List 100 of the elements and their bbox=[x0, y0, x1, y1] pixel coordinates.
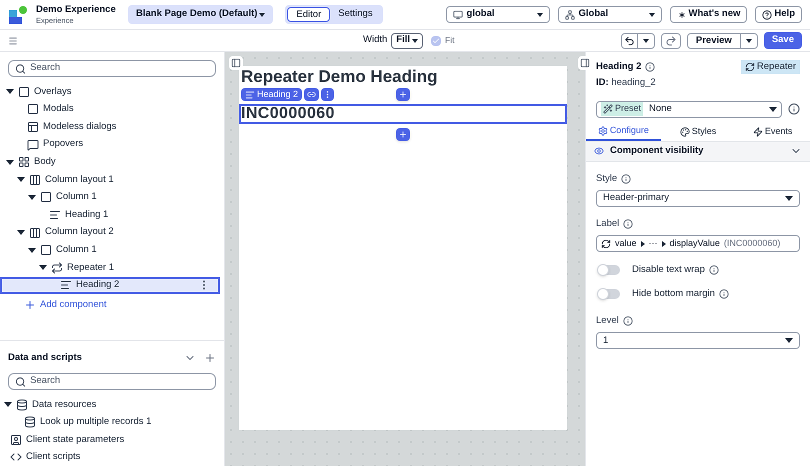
link-icon[interactable] bbox=[304, 88, 320, 102]
property-tab[interactable]: Styles bbox=[660, 124, 736, 140]
text-lines-icon bbox=[49, 208, 61, 221]
tree-label: Body bbox=[34, 155, 56, 170]
search-input[interactable]: Search bbox=[30, 61, 209, 76]
caret-down-icon[interactable] bbox=[642, 38, 649, 42]
binding-field[interactable]: value ··· displayValue (INC0000060) bbox=[596, 235, 800, 252]
tree-label: Heading 2 bbox=[76, 278, 120, 292]
tree-label: Column layout 2 bbox=[45, 225, 114, 240]
scope-select[interactable]: Global bbox=[558, 6, 662, 23]
hierarchy-icon bbox=[564, 10, 575, 20]
tree-item[interactable]: Look up multiple records 1 bbox=[0, 414, 224, 431]
caret-down-icon bbox=[785, 338, 793, 344]
info-icon[interactable] bbox=[645, 62, 656, 72]
tree-item[interactable]: Data resources bbox=[0, 396, 224, 414]
caret-down-icon bbox=[536, 12, 543, 16]
search-input[interactable]: Search bbox=[30, 374, 209, 389]
tree-item[interactable]: Modals bbox=[0, 100, 220, 118]
save-button[interactable]: Save bbox=[764, 32, 802, 49]
plus-icon[interactable] bbox=[204, 352, 216, 364]
tree-item[interactable]: Modeless dialogs bbox=[0, 118, 220, 136]
tree-item[interactable]: Heading 1 bbox=[0, 206, 220, 224]
add-component-link[interactable]: Add component bbox=[24, 298, 107, 312]
panel-toggle-icon[interactable] bbox=[578, 56, 592, 70]
preset-select[interactable]: Preset None bbox=[596, 100, 782, 118]
id-card-icon bbox=[10, 434, 22, 446]
caret-down-icon[interactable] bbox=[39, 265, 47, 270]
caret-down-icon[interactable] bbox=[28, 194, 36, 200]
grid-icon bbox=[18, 156, 30, 168]
fit-label: Fit bbox=[445, 34, 454, 47]
add-icon[interactable] bbox=[396, 88, 410, 102]
mode-tab[interactable]: Settings bbox=[330, 7, 381, 22]
field-label: Label bbox=[596, 216, 620, 231]
tree-item[interactable]: Client scripts bbox=[0, 448, 224, 466]
repeater-badge: Repeater bbox=[740, 60, 800, 74]
info-icon[interactable] bbox=[623, 218, 634, 229]
search-icon bbox=[15, 376, 26, 388]
tree-label: Heading 1 bbox=[65, 208, 108, 222]
info-icon[interactable] bbox=[788, 103, 800, 115]
field-label: Level bbox=[596, 314, 619, 328]
caret-down-icon[interactable] bbox=[17, 177, 25, 182]
tree-label: Overlays bbox=[34, 84, 72, 99]
section-header[interactable]: Component visibility bbox=[586, 142, 810, 162]
text-lines-icon bbox=[245, 90, 255, 100]
tree-item[interactable]: Overlays bbox=[0, 83, 220, 101]
select-field[interactable]: 1 bbox=[596, 332, 800, 350]
square-icon bbox=[40, 244, 52, 256]
tree-item[interactable]: Column layout 1 bbox=[0, 170, 220, 189]
caret-down-icon[interactable] bbox=[28, 248, 36, 253]
tree-item[interactable]: Body bbox=[0, 153, 220, 171]
info-icon[interactable] bbox=[621, 174, 632, 184]
property-tab[interactable]: Events bbox=[735, 124, 810, 140]
lightning-icon bbox=[752, 127, 763, 137]
caret-down-icon[interactable] bbox=[6, 160, 14, 165]
header-button[interactable]: Help bbox=[755, 6, 802, 23]
tree-label: Modeless dialogs bbox=[43, 120, 116, 134]
caret-down-icon[interactable] bbox=[746, 38, 752, 42]
mode-tab[interactable]: Editor bbox=[287, 7, 330, 22]
section-title: Data and scripts bbox=[8, 350, 82, 365]
info-icon[interactable] bbox=[622, 316, 633, 326]
menu-icon[interactable] bbox=[8, 36, 18, 46]
tree-item[interactable]: Popovers bbox=[0, 136, 220, 154]
refresh-icon bbox=[601, 238, 611, 248]
info-icon[interactable] bbox=[708, 265, 719, 275]
add-icon[interactable] bbox=[396, 128, 410, 142]
tree-item[interactable]: Heading 2 bbox=[0, 276, 220, 294]
selected-heading[interactable]: INC0000060 bbox=[239, 104, 567, 124]
gear-icon bbox=[598, 126, 608, 136]
more-icon[interactable] bbox=[321, 88, 334, 102]
toggle-switch[interactable] bbox=[598, 289, 620, 299]
component-chip[interactable]: Heading 2 bbox=[241, 88, 302, 102]
tree-item[interactable]: Column layout 2 bbox=[0, 224, 220, 242]
field-label: Style bbox=[596, 172, 618, 186]
tree-item[interactable]: Column 1 bbox=[0, 188, 220, 206]
search-field[interactable]: Search bbox=[8, 373, 216, 390]
code-icon bbox=[10, 451, 22, 464]
binding-preview: (INC0000060) bbox=[724, 236, 780, 250]
select-field[interactable]: Header-primary bbox=[596, 190, 800, 207]
tree-item[interactable]: Repeater 1 bbox=[0, 258, 220, 277]
search-field[interactable]: Search bbox=[8, 60, 216, 77]
tree-item[interactable]: Column 1 bbox=[0, 241, 220, 259]
columns-icon bbox=[29, 174, 41, 186]
eye-icon bbox=[594, 146, 604, 156]
tree-label: Repeater 1 bbox=[67, 260, 114, 275]
panel-toggle-icon[interactable] bbox=[229, 56, 243, 70]
caret-down-icon[interactable] bbox=[6, 89, 14, 94]
header-button[interactable]: What's new bbox=[670, 6, 748, 23]
undo-split-button[interactable] bbox=[620, 32, 655, 48]
toggle-switch[interactable] bbox=[598, 265, 620, 275]
redo-button[interactable] bbox=[660, 32, 681, 48]
path-label: ··· bbox=[648, 236, 658, 250]
window-icon bbox=[27, 103, 39, 116]
caret-down-icon[interactable] bbox=[17, 230, 25, 236]
tree-item[interactable]: Client state parameters bbox=[0, 431, 224, 448]
width-select[interactable]: Fill bbox=[391, 32, 424, 48]
scope-select[interactable]: global bbox=[446, 6, 550, 23]
caret-down-icon[interactable] bbox=[4, 402, 12, 408]
page-selector[interactable]: Blank Page Demo (Default) bbox=[128, 5, 274, 24]
caret-down-icon bbox=[259, 12, 266, 16]
info-icon[interactable] bbox=[718, 289, 729, 299]
